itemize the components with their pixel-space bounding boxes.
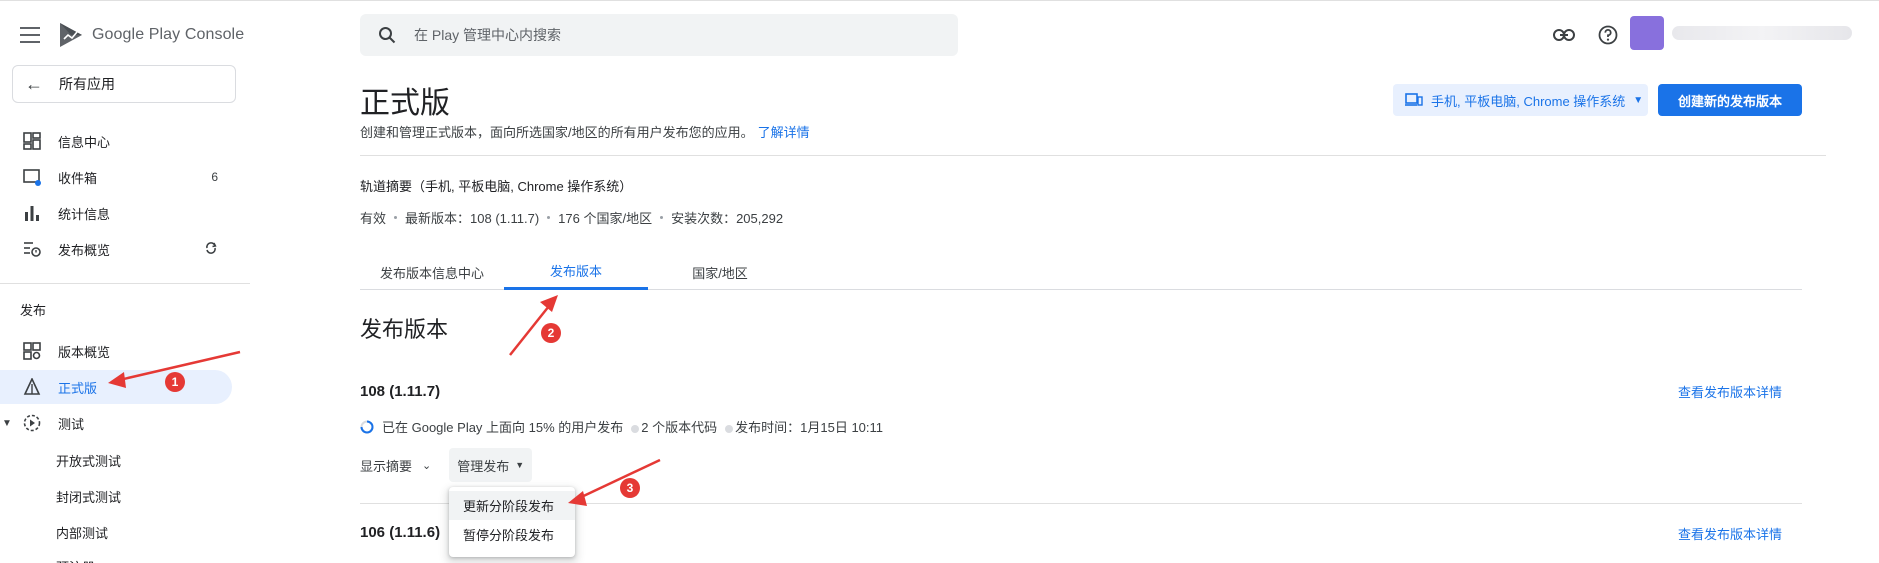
sidebar-item-pre-registration[interactable]: 预注册 <box>56 551 95 563</box>
sidebar-item-label: 发布概览 <box>58 242 111 258</box>
dashboard-icon <box>22 131 42 151</box>
annotation-marker-2: 2 <box>541 323 561 343</box>
release-version: 108 (1.11.7) <box>360 383 441 400</box>
inbox-count-badge: 6 <box>211 170 218 184</box>
tab-releases[interactable]: 发布版本 <box>504 254 648 290</box>
dropdown-caret-icon: ▼ <box>515 460 525 470</box>
sidebar-item-testing[interactable]: ▼ 测试 <box>0 406 232 440</box>
back-arrow-icon: ← <box>25 73 43 94</box>
bar-chart-icon <box>22 203 42 223</box>
sidebar-item-dashboard[interactable]: 信息中心 <box>0 124 232 158</box>
expand-caret-icon[interactable]: ▼ <box>2 418 12 429</box>
rollout-status-text: 已在 Google Play 上面向 15% 的用户发布 <box>382 420 624 435</box>
search-icon <box>379 27 396 44</box>
production-icon <box>22 377 42 397</box>
chevron-down-icon: ⌄ <box>422 459 432 472</box>
sidebar-item-publishing-overview[interactable]: 发布概览 <box>0 232 232 266</box>
tab-countries[interactable]: 国家/地区 <box>648 254 792 290</box>
top-border <box>0 0 1879 1</box>
releases-section-title: 发布版本 <box>360 317 449 342</box>
sidebar-item-label: 收件箱 <box>58 170 98 186</box>
release-actions: 显示摘要 ⌄ 管理发布 ▼ <box>360 448 533 482</box>
avatar <box>1630 16 1664 50</box>
menu-icon[interactable] <box>20 27 40 43</box>
inbox-icon <box>22 167 42 187</box>
page-description-text: 创建和管理正式版本，面向所选国家/地区的所有用户发布您的应用。 <box>360 125 754 140</box>
header-divider <box>360 155 1826 156</box>
dropdown-caret-icon: ▼ <box>1633 94 1644 106</box>
show-summary-label: 显示摘要 <box>360 458 413 474</box>
version-codes-text: 2 个版本代码 <box>641 420 718 435</box>
track-latest-version: 最新版本：108 (1.11.7) <box>405 211 540 226</box>
track-countries: 176 个国家/地区 <box>558 211 653 226</box>
track-status: 有效 <box>360 211 387 226</box>
release-status: 已在 Google Play 上面向 15% 的用户发布 2 个版本代码 发布时… <box>360 417 883 436</box>
show-summary-toggle[interactable]: 显示摘要 ⌄ <box>360 456 431 475</box>
brand-name: Google Play Console <box>92 26 245 43</box>
annotation-marker-3: 3 <box>620 478 640 498</box>
sidebar-item-label: 正式版 <box>58 380 98 396</box>
link-icon[interactable] <box>1553 24 1575 46</box>
release-time-text: 发布时间：1月15日 10:11 <box>735 420 884 435</box>
search-bar[interactable] <box>360 14 958 56</box>
account-name-redacted <box>1672 26 1852 40</box>
track-installs: 安装次数：205,292 <box>671 211 784 226</box>
page-title: 正式版 <box>360 87 450 120</box>
all-apps-label: 所有应用 <box>59 76 115 92</box>
all-apps-button[interactable]: ← 所有应用 <box>12 65 236 103</box>
search-input[interactable] <box>414 27 914 43</box>
rollout-progress-icon <box>360 420 374 433</box>
manage-release-label: 管理发布 <box>457 458 510 474</box>
tab-release-dashboard[interactable]: 发布版本信息中心 <box>360 254 504 290</box>
release-version: 106 (1.11.6) <box>360 524 441 541</box>
sidebar-item-release-overview[interactable]: 版本概览 <box>0 334 232 368</box>
sidebar-item-production[interactable]: 正式版 <box>0 370 232 404</box>
release-divider <box>360 503 1802 504</box>
sidebar-item-open-testing[interactable]: 开放式测试 <box>56 445 121 475</box>
release-tabs: 发布版本信息中心 发布版本 国家/地区 <box>360 254 1802 290</box>
sync-icon <box>204 241 218 258</box>
sidebar: Google Play Console ← 所有应用 信息中心 收件箱 6 统计… <box>0 0 250 563</box>
sidebar-item-label: 版本概览 <box>58 344 111 360</box>
sidebar-item-label: 测试 <box>58 416 85 432</box>
manage-release-button[interactable]: 管理发布 ▼ <box>449 448 533 482</box>
page-description: 创建和管理正式版本，面向所选国家/地区的所有用户发布您的应用。 了解详情 <box>360 122 810 141</box>
brand-header: Google Play Console <box>20 20 244 50</box>
annotation-marker-1: 1 <box>165 372 185 392</box>
track-summary-title: 轨道摘要（手机, 平板电脑, Chrome 操作系统） <box>360 179 633 194</box>
publishing-overview-icon <box>22 239 42 259</box>
create-release-button[interactable]: 创建新的发布版本 <box>1658 84 1802 116</box>
release-section-label: 发布 <box>20 303 47 318</box>
help-icon[interactable] <box>1597 24 1619 46</box>
track-summary-meta: 有效 最新版本：108 (1.11.7) 176 个国家/地区 安装次数：205… <box>360 208 783 227</box>
sidebar-item-label: 信息中心 <box>58 134 111 150</box>
device-select-value: 手机, 平板电脑, Chrome 操作系统 <box>1431 93 1626 109</box>
account-avatar[interactable] <box>1630 13 1870 53</box>
update-staged-rollout-menu-item[interactable]: 更新分阶段发布 <box>449 491 575 520</box>
manage-release-menu: 更新分阶段发布 暂停分阶段发布 <box>449 487 575 557</box>
devices-icon <box>1405 93 1423 106</box>
testing-icon <box>22 413 42 433</box>
sidebar-item-internal-testing[interactable]: 内部测试 <box>56 517 108 547</box>
sidebar-item-statistics[interactable]: 统计信息 <box>0 196 232 230</box>
device-type-select[interactable]: 手机, 平板电脑, Chrome 操作系统 ▼ <box>1393 84 1648 116</box>
release-overview-icon <box>22 341 42 361</box>
view-release-details-link[interactable]: 查看发布版本详情 <box>1678 524 1782 543</box>
learn-more-link[interactable]: 了解详情 <box>758 125 810 140</box>
sidebar-divider <box>0 283 250 284</box>
pause-staged-rollout-menu-item[interactable]: 暂停分阶段发布 <box>449 520 575 549</box>
sidebar-item-closed-testing[interactable]: 封闭式测试 <box>56 481 121 511</box>
view-release-details-link[interactable]: 查看发布版本详情 <box>1678 382 1782 401</box>
play-console-logo[interactable] <box>58 21 84 49</box>
sidebar-item-label: 统计信息 <box>58 206 111 222</box>
sidebar-item-inbox[interactable]: 收件箱 6 <box>0 160 232 194</box>
